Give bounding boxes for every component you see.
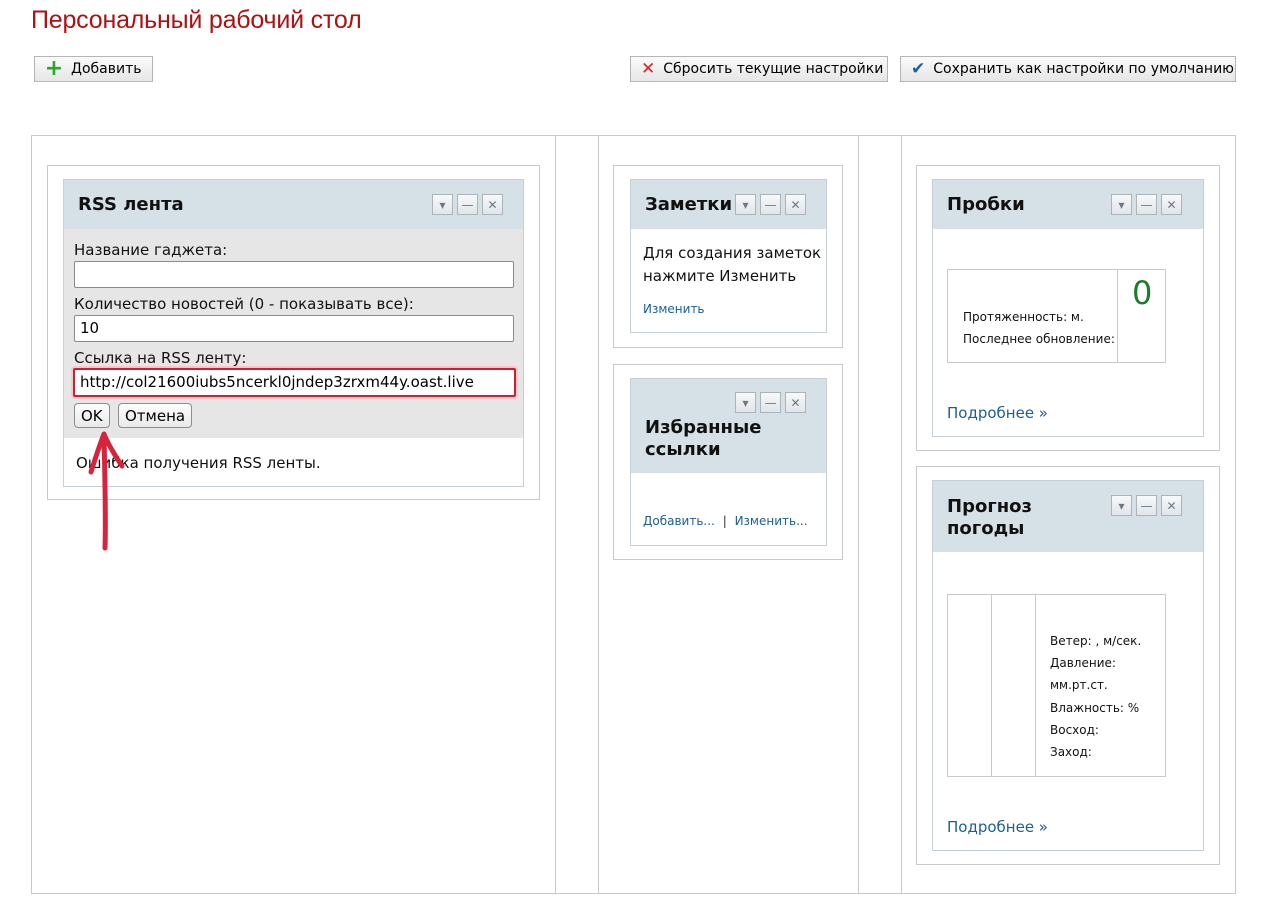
chevron-down-icon[interactable]: ▾	[432, 194, 453, 215]
weather-pressure: Давление:	[1050, 656, 1116, 670]
save-default-button[interactable]: ✔ Сохранить как настройки по умолчанию	[900, 56, 1236, 82]
weather-sunrise: Восход:	[1050, 723, 1099, 737]
chevron-down-icon[interactable]: ▾	[735, 392, 756, 413]
plus-icon: +	[44, 56, 64, 81]
traffic-length: Протяженность: м.	[963, 310, 1084, 324]
reset-settings-button[interactable]: ✕ Сбросить текущие настройки	[630, 56, 888, 82]
chevron-down-icon[interactable]: ▾	[735, 194, 756, 215]
page-title: Персональный рабочий стол	[31, 6, 362, 34]
save-default-label: Сохранить как настройки по умолчанию	[933, 61, 1234, 77]
favorites-add-link[interactable]: Добавить...	[643, 514, 715, 528]
favorites-links: Добавить... | Изменить...	[643, 514, 808, 528]
annotation-arrow-icon	[88, 431, 125, 551]
favorites-gadget-header[interactable]: ▾ — ✕ Избранные ссылки	[631, 379, 826, 473]
favorites-separator: |	[722, 514, 727, 528]
rss-gadget-title: RSS лента	[78, 194, 184, 215]
notes-gadget-controls: ▾ — ✕	[735, 194, 806, 215]
check-icon: ✔	[911, 59, 926, 79]
add-button[interactable]: + Добавить	[34, 56, 153, 82]
traffic-gadget-header[interactable]: Пробки ▾ — ✕	[933, 180, 1203, 229]
traffic-info-table: Протяженность: м. Последнее обновление: …	[947, 269, 1166, 363]
news-count-label: Количество новостей (0 - показывать все)…	[74, 295, 414, 313]
weather-pressure-unit: мм.рт.ст.	[1050, 678, 1108, 692]
notes-edit-link[interactable]: Изменить	[643, 302, 705, 316]
notes-gadget: Заметки ▾ — ✕ Для создания заметок нажми…	[630, 179, 827, 333]
traffic-gadget-title: Пробки	[947, 194, 1025, 215]
rss-gadget: RSS лента ▾ — ✕ Название гаджета: Количе…	[63, 179, 524, 487]
minus-icon[interactable]: —	[760, 194, 781, 215]
rss-url-label: Ссылка на RSS ленту:	[74, 349, 247, 367]
desktop-column-gap-1	[555, 135, 599, 894]
close-icon[interactable]: ✕	[1161, 495, 1182, 516]
traffic-last-update: Последнее обновление:	[963, 332, 1115, 346]
chevron-down-icon[interactable]: ▾	[1111, 495, 1132, 516]
close-icon: ✕	[641, 59, 656, 79]
close-icon[interactable]: ✕	[785, 194, 806, 215]
add-button-label: Добавить	[71, 61, 142, 77]
weather-sunset: Заход:	[1050, 745, 1092, 759]
weather-gadget-header[interactable]: Прогноз погоды ▾ — ✕	[933, 481, 1203, 552]
traffic-more-link[interactable]: Подробнее »	[947, 404, 1048, 422]
news-count-input[interactable]: 10	[74, 315, 514, 342]
gadget-name-input[interactable]	[74, 261, 514, 288]
weather-table-divider-2	[1035, 595, 1036, 776]
weather-gadget-title: Прогноз погоды	[947, 496, 1032, 539]
gadget-name-label: Название гаджета:	[74, 241, 228, 259]
weather-wind: Ветер: , м/сек.	[1050, 634, 1142, 648]
favorites-gadget: ▾ — ✕ Избранные ссылки Добавить... | Изм…	[630, 378, 827, 546]
weather-table-divider-1	[991, 595, 992, 776]
notes-gadget-title: Заметки	[645, 194, 733, 215]
notes-hint: Для создания заметок нажмите Изменить	[643, 244, 822, 285]
rss-gadget-header[interactable]: RSS лента ▾ — ✕	[64, 180, 523, 229]
notes-gadget-header[interactable]: Заметки ▾ — ✕	[631, 180, 826, 229]
weather-gadget: Прогноз погоды ▾ — ✕ Ветер: , м/сек. Дав…	[932, 480, 1204, 851]
traffic-score: 0	[1132, 274, 1153, 312]
traffic-gadget: Пробки ▾ — ✕ Протяженность: м. Последнее…	[932, 179, 1204, 437]
desktop-column-gap-2	[858, 135, 902, 894]
minus-icon[interactable]: —	[457, 194, 478, 215]
close-icon[interactable]: ✕	[482, 194, 503, 215]
favorites-gadget-controls: ▾ — ✕	[735, 392, 806, 413]
minus-icon[interactable]: —	[1136, 194, 1157, 215]
weather-more-link[interactable]: Подробнее »	[947, 818, 1048, 836]
traffic-gadget-controls: ▾ — ✕	[1111, 194, 1182, 215]
close-icon[interactable]: ✕	[785, 392, 806, 413]
rss-gadget-controls: ▾ — ✕	[432, 194, 503, 215]
weather-info-table: Ветер: , м/сек. Давление: мм.рт.ст. Влаж…	[947, 594, 1166, 777]
minus-icon[interactable]: —	[1136, 495, 1157, 516]
traffic-table-divider	[1117, 270, 1118, 362]
minus-icon[interactable]: —	[760, 392, 781, 413]
chevron-down-icon[interactable]: ▾	[1111, 194, 1132, 215]
rss-settings-form: Название гаджета: Количество новостей (0…	[64, 229, 523, 438]
reset-settings-label: Сбросить текущие настройки	[663, 61, 884, 77]
close-icon[interactable]: ✕	[1161, 194, 1182, 215]
weather-humidity: Влажность: %	[1050, 701, 1140, 715]
rss-url-input[interactable]: http://col21600iubs5ncerkl0jndep3zrxm44y…	[73, 368, 516, 397]
favorites-gadget-title: Избранные ссылки	[645, 417, 762, 460]
favorites-edit-link[interactable]: Изменить...	[735, 514, 808, 528]
weather-gadget-controls: ▾ — ✕	[1111, 495, 1182, 516]
